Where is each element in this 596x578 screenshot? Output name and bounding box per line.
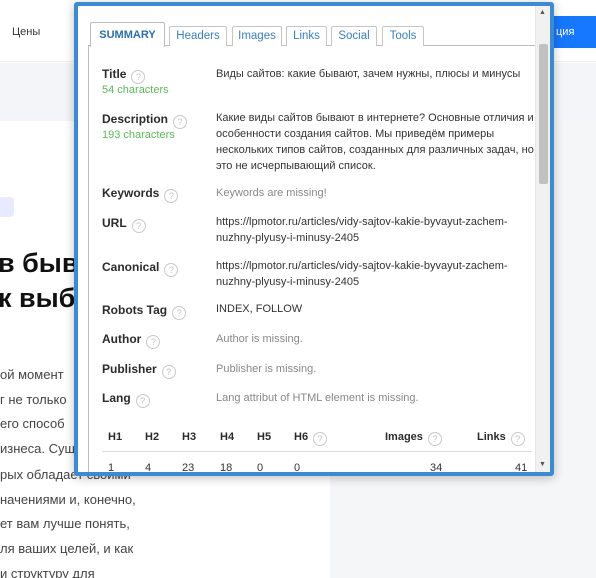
article-text-line: ой момент xyxy=(0,367,64,382)
publisher-label: Publisher? xyxy=(102,362,176,379)
tab-social[interactable]: Social xyxy=(331,26,377,46)
lang-label: Lang? xyxy=(102,391,150,408)
stat-value-h5: 0 xyxy=(257,462,264,474)
stat-header-h2: H2 xyxy=(145,431,160,443)
stat-header-h4: H4 xyxy=(220,431,235,443)
article-text-line: и структуру для xyxy=(0,566,95,578)
canonical-value[interactable]: https://lpmotor.ru/articles/vidy-sajtov-… xyxy=(216,258,534,290)
stat-value-links: 41 xyxy=(515,462,528,474)
title-label: Title? xyxy=(102,67,146,84)
tab-images[interactable]: Images xyxy=(232,26,282,46)
lang-value: Lang attribut of HTML element is missing… xyxy=(216,392,419,404)
keywords-label: Keywords? xyxy=(102,186,179,203)
stat-value-h4: 18 xyxy=(220,462,233,474)
article-text-line: ет вам лучше понять, xyxy=(0,516,130,531)
stat-value-h2: 4 xyxy=(145,462,152,474)
scroll-up-icon[interactable]: ▲ xyxy=(539,9,546,17)
scrollbar-thumb[interactable] xyxy=(539,44,548,184)
author-value: Author is missing. xyxy=(216,333,303,345)
stat-value-h1: 1 xyxy=(108,462,115,474)
help-icon[interactable]: ? xyxy=(164,189,179,203)
table-divider xyxy=(102,451,532,452)
stat-value-images: 34 xyxy=(430,462,443,474)
stat-header-links: Links? xyxy=(477,431,525,446)
popup-scrollbar[interactable]: ▲ ▼ xyxy=(535,6,550,472)
scroll-down-icon[interactable]: ▼ xyxy=(539,461,546,469)
description-char-count: 193 characters xyxy=(102,129,175,141)
help-icon[interactable]: ? xyxy=(427,432,442,446)
title-char-count: 54 characters xyxy=(102,84,169,96)
article-headline-line-1: в быв xyxy=(0,248,79,278)
publisher-value: Publisher is missing. xyxy=(216,363,317,375)
url-value[interactable]: https://lpmotor.ru/articles/vidy-sajtov-… xyxy=(216,214,534,246)
help-icon[interactable]: ? xyxy=(146,335,161,349)
help-icon[interactable]: ? xyxy=(510,432,525,446)
tab-headers[interactable]: Headers xyxy=(169,26,227,46)
keywords-value: Keywords are missing! xyxy=(216,187,327,199)
article-text-line: изнеса. Сущ xyxy=(0,441,76,456)
stat-value-h6: 0 xyxy=(294,462,301,474)
category-badge xyxy=(0,197,14,217)
stat-value-h3: 23 xyxy=(182,462,195,474)
article-text-line: г не только xyxy=(0,392,67,407)
tab-tools[interactable]: Tools xyxy=(382,26,424,46)
article-text-line: ля ваших целей, и как xyxy=(0,541,134,556)
canonical-label: Canonical? xyxy=(102,260,179,277)
author-label: Author? xyxy=(102,332,161,349)
article-text-line: его способ xyxy=(0,416,65,431)
robots-tag-value: INDEX, FOLLOW xyxy=(216,303,303,315)
help-icon[interactable]: ? xyxy=(173,115,188,129)
help-icon[interactable]: ? xyxy=(161,365,176,379)
help-icon[interactable]: ? xyxy=(131,219,146,233)
seo-extension-popup: SUMMARY Headers Images Links Social Tool… xyxy=(74,2,554,476)
stat-header-h3: H3 xyxy=(182,431,197,443)
title-value: Виды сайтов: какие бывают, зачем нужны, … xyxy=(216,68,521,80)
robots-tag-label: Robots Tag? xyxy=(102,303,187,320)
nav-item-prices[interactable]: Цены xyxy=(12,26,40,38)
tab-summary[interactable]: SUMMARY xyxy=(90,22,165,47)
description-label: Description? xyxy=(102,112,188,129)
help-icon[interactable]: ? xyxy=(131,70,146,84)
help-icon[interactable]: ? xyxy=(164,263,179,277)
url-label: URL? xyxy=(102,216,146,233)
description-value: Какие виды сайтов бывают в интернете? Ос… xyxy=(216,112,534,172)
stat-header-images: Images? xyxy=(385,431,442,446)
help-icon[interactable]: ? xyxy=(313,432,328,446)
stat-header-h1: H1 xyxy=(108,431,123,443)
stat-header-h6: H6? xyxy=(294,431,328,446)
help-icon[interactable]: ? xyxy=(172,306,187,320)
article-text-line: начениями и, конечно, xyxy=(0,492,136,507)
stat-header-h5: H5 xyxy=(257,431,272,443)
help-icon[interactable]: ? xyxy=(135,394,150,408)
tab-links[interactable]: Links xyxy=(286,26,327,46)
